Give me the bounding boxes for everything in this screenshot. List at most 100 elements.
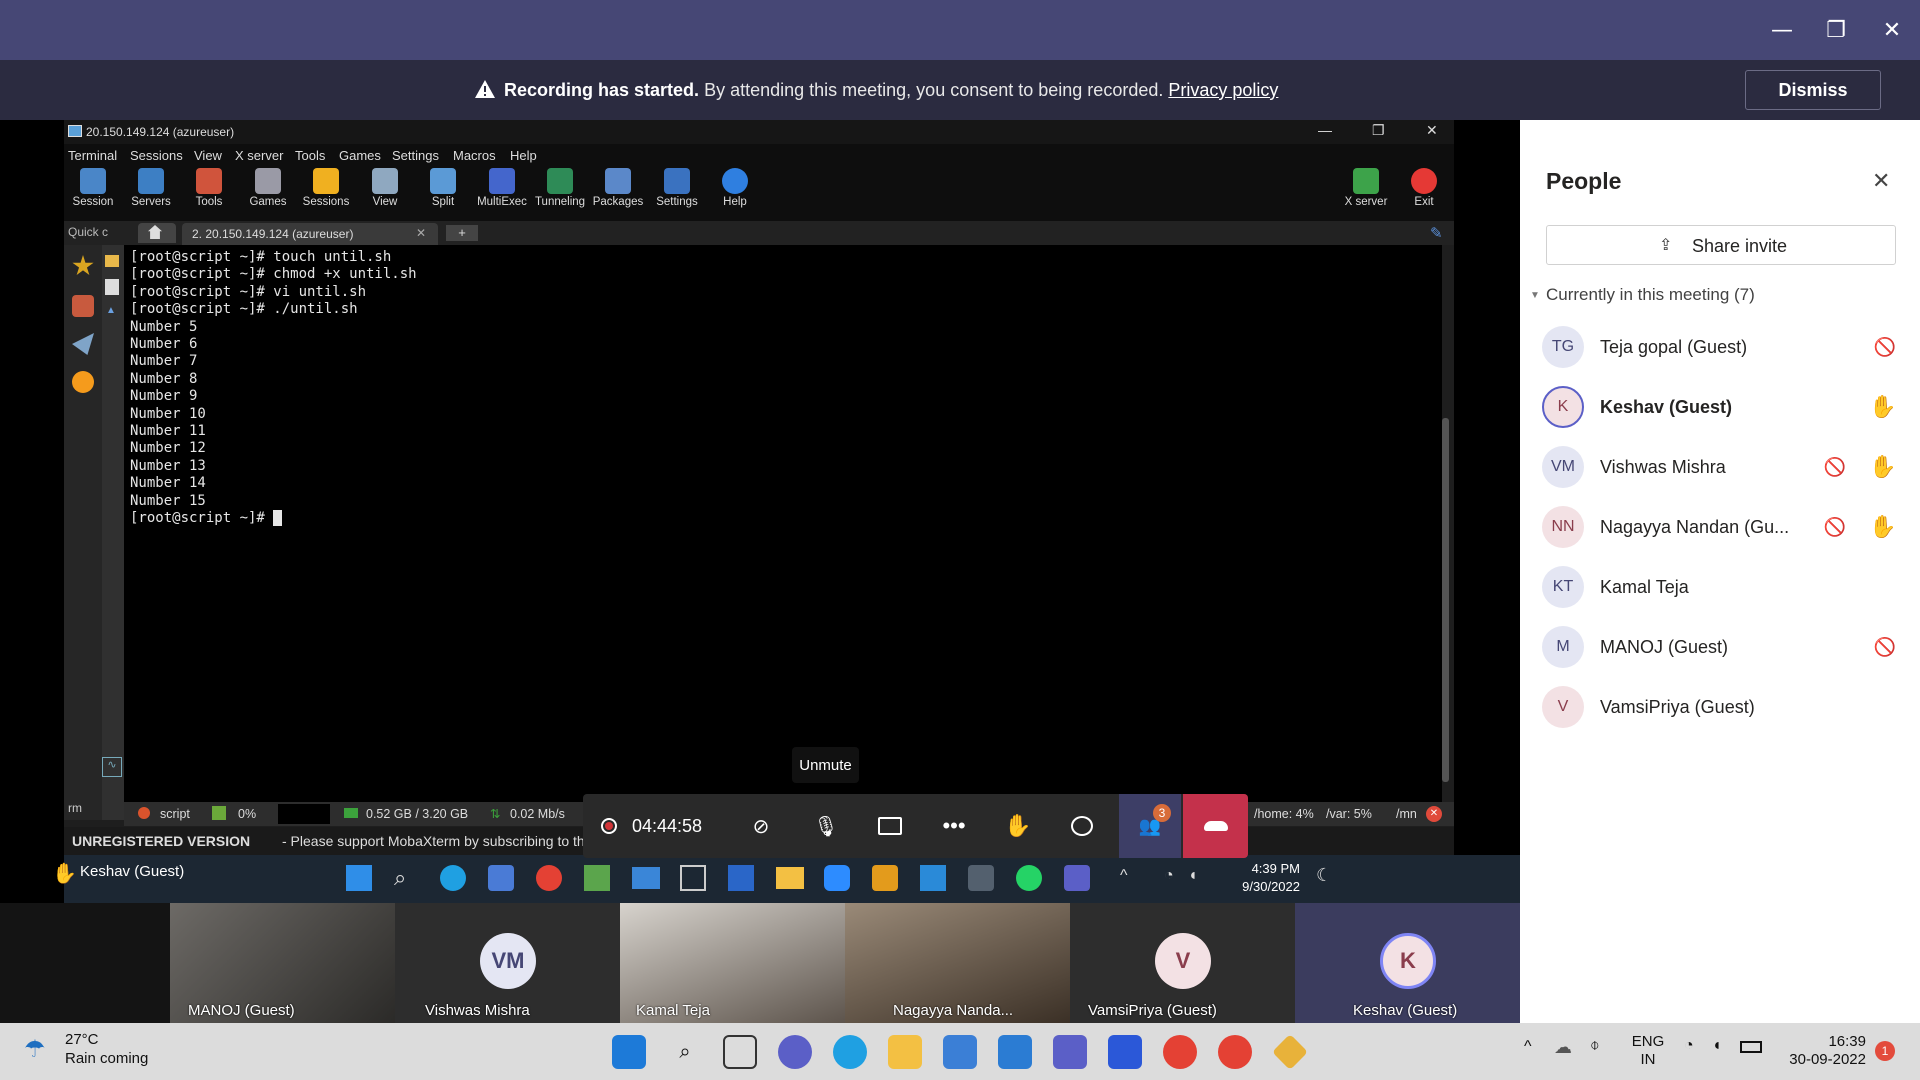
sublime-icon[interactable] <box>872 865 898 891</box>
whatsapp-icon[interactable] <box>1016 865 1042 891</box>
toolbar-sessions-button[interactable]: Sessions <box>297 168 355 208</box>
cube-icon[interactable] <box>680 865 706 891</box>
focus-assist-icon[interactable]: ☾ <box>1316 865 1332 886</box>
windows-start-icon[interactable] <box>612 1035 646 1069</box>
menu-help[interactable]: Help <box>510 148 537 163</box>
toolbar-multiexec-button[interactable]: MultiExec <box>473 168 531 208</box>
participant-row[interactable]: VM Vishwas Mishra 🚫 ✋ <box>1520 444 1897 494</box>
mic-icon[interactable]: ⌽ <box>1590 1037 1600 1055</box>
toolbar-servers-button[interactable]: Servers <box>122 168 180 208</box>
minimize-button[interactable]: — <box>1766 14 1798 46</box>
collapse-icon[interactable]: ▼ <box>1530 290 1540 301</box>
wifi-icon[interactable]: ◔ <box>1164 867 1174 885</box>
people-button[interactable]: 👥 3 <box>1119 794 1181 858</box>
wifi-icon[interactable]: ◔ <box>1684 1037 1694 1055</box>
mail-icon[interactable] <box>998 1035 1032 1069</box>
dismiss-button[interactable]: Dismiss <box>1745 70 1881 110</box>
language-indicator[interactable]: ENG IN <box>1620 1033 1676 1069</box>
menu-games[interactable]: Games <box>339 148 381 163</box>
vscode-icon[interactable] <box>920 865 946 891</box>
search-icon[interactable]: ⌕ <box>394 865 406 891</box>
attach-icon[interactable]: ✎ <box>1430 224 1443 242</box>
macro-icon[interactable] <box>72 371 94 393</box>
video-tile[interactable]: VM Vishwas Mishra <box>395 903 620 1023</box>
share-invite-button[interactable]: ⇪ Share invite <box>1546 225 1896 265</box>
hang-up-button[interactable] <box>1183 794 1248 858</box>
close-button[interactable]: ✕ <box>1876 14 1908 46</box>
search-icon[interactable]: ⌕ <box>668 1035 702 1069</box>
toolbar-exit-button[interactable]: Exit <box>1395 168 1453 208</box>
moba-minimize-button[interactable]: — <box>1318 122 1332 138</box>
menu-xserver[interactable]: X server <box>235 148 283 163</box>
scroll-up-icon[interactable]: ▲ <box>106 305 116 316</box>
toolbar-tools-button[interactable]: Tools <box>180 168 238 208</box>
clock[interactable]: 16:39 30-09-2022 <box>1776 1033 1866 1069</box>
app-icon[interactable] <box>584 865 610 891</box>
volume-icon[interactable]: ◖ <box>1712 1037 1722 1055</box>
chevron-up-icon[interactable]: ^ <box>1120 867 1128 885</box>
menu-macros[interactable]: Macros <box>453 148 496 163</box>
store-icon[interactable] <box>488 865 514 891</box>
unmute-button[interactable]: 🎙 <box>795 794 857 858</box>
mobaxterm-icon[interactable] <box>968 865 994 891</box>
tab-close-icon[interactable]: ✕ <box>416 226 426 240</box>
zoom-icon[interactable] <box>824 865 850 891</box>
app-icon[interactable] <box>1271 1033 1309 1071</box>
whiteboard-icon[interactable] <box>728 865 754 891</box>
star-icon[interactable] <box>72 255 94 276</box>
folder-icon[interactable] <box>776 867 804 889</box>
quick-connect[interactable]: Quick c <box>68 225 108 239</box>
camera-off-button[interactable]: ⊘ <box>730 794 792 858</box>
chat-app-icon[interactable] <box>778 1035 812 1069</box>
raise-hand-button[interactable]: ✋ <box>987 794 1049 858</box>
chat-button[interactable] <box>1051 794 1113 858</box>
menu-settings[interactable]: Settings <box>392 148 439 163</box>
whiteboard-icon[interactable] <box>1108 1035 1142 1069</box>
terminal-scrollbar[interactable] <box>1442 418 1449 782</box>
terminal-output[interactable]: [root@script ~]# touch until.sh [root@scr… <box>124 245 1442 810</box>
teams-icon[interactable] <box>1064 865 1090 891</box>
cloud-icon[interactable]: ☁ <box>1554 1037 1572 1058</box>
toolbar-packages-button[interactable]: Packages <box>589 168 647 208</box>
video-tile[interactable]: V VamsiPriya (Guest) <box>1070 903 1295 1023</box>
toolbar-games-button[interactable]: Games <box>239 168 297 208</box>
teams-icon[interactable] <box>1053 1035 1087 1069</box>
send-icon[interactable] <box>72 333 94 355</box>
new-tab-button[interactable]: + <box>446 225 478 241</box>
close-status-icon[interactable]: ✕ <box>1426 806 1442 822</box>
maximize-button[interactable]: ❐ <box>1820 14 1852 46</box>
moba-close-button[interactable]: ✕ <box>1426 122 1438 139</box>
participant-row[interactable]: NN Nagayya Nandan (Gu... 🚫 ✋ <box>1520 504 1897 554</box>
toolbar-settings-button[interactable]: Settings <box>648 168 706 208</box>
video-tile[interactable]: K Keshav (Guest) <box>1295 903 1520 1023</box>
file-explorer-icon[interactable] <box>888 1035 922 1069</box>
more-options-button[interactable]: ••• <box>923 794 985 858</box>
monitor-icon[interactable]: ∿ <box>102 757 122 777</box>
toolbar-help-button[interactable]: Help <box>706 168 764 208</box>
battery-icon[interactable] <box>1740 1041 1762 1053</box>
weather-icon[interactable]: ☂ <box>24 1035 54 1065</box>
toolbar-tunneling-button[interactable]: Tunneling <box>531 168 589 208</box>
store-icon[interactable] <box>943 1035 977 1069</box>
share-screen-button[interactable] <box>859 794 921 858</box>
chrome-icon[interactable] <box>536 865 562 891</box>
meeting-section-header[interactable]: Currently in this meeting (7) <box>1546 285 1755 305</box>
video-tile[interactable]: Kamal Teja <box>620 903 845 1023</box>
close-panel-icon[interactable]: ✕ <box>1872 168 1890 194</box>
toolbar-xserver-button[interactable]: X server <box>1337 168 1395 208</box>
tools-icon[interactable] <box>72 295 94 317</box>
chevron-up-icon[interactable]: ^ <box>1524 1038 1532 1056</box>
video-tile[interactable]: MANOJ (Guest) <box>170 903 395 1023</box>
participant-row[interactable]: V VamsiPriya (Guest) <box>1520 684 1880 734</box>
edge-icon[interactable] <box>440 865 466 891</box>
participant-row[interactable]: KT Kamal Teja <box>1520 564 1880 614</box>
participant-row[interactable]: TG Teja gopal (Guest) 🚫 <box>1520 324 1896 374</box>
task-view-icon[interactable] <box>723 1035 757 1069</box>
privacy-policy-link[interactable]: Privacy policy <box>1168 80 1278 100</box>
menu-tools[interactable]: Tools <box>295 148 325 163</box>
toolbar-session-button[interactable]: Session <box>64 168 122 208</box>
mail-icon[interactable] <box>632 867 660 889</box>
menu-view[interactable]: View <box>194 148 222 163</box>
chrome-icon[interactable] <box>1163 1035 1197 1069</box>
moba-maximize-button[interactable]: ❐ <box>1372 122 1385 139</box>
